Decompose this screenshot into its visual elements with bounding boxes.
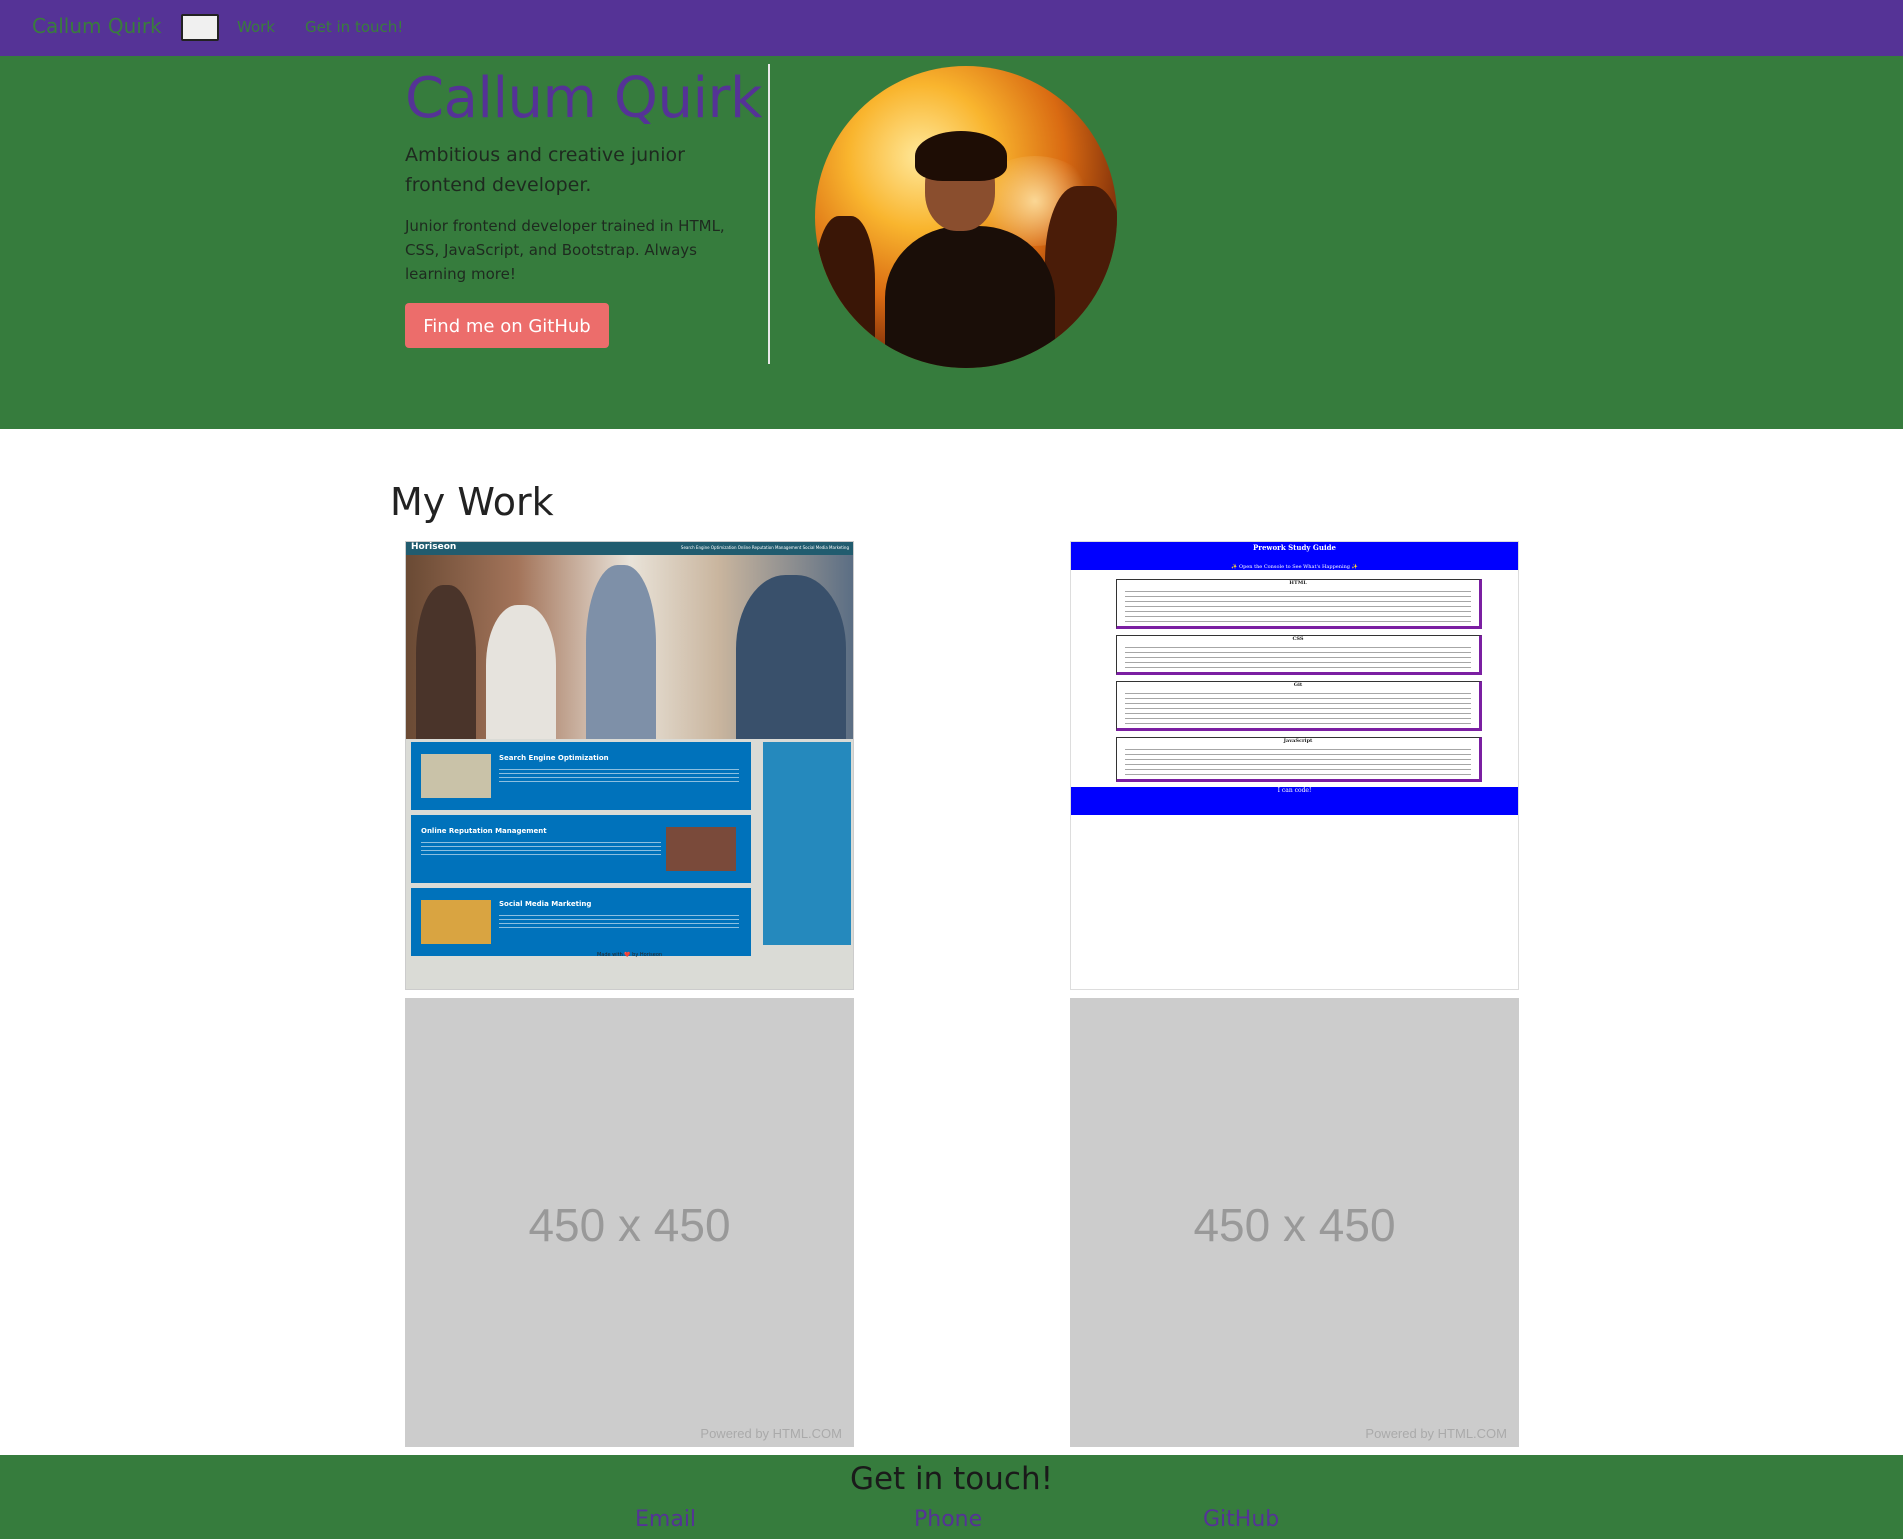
nav-link-work[interactable]: Work: [237, 18, 275, 36]
hero-description: Junior frontend developer trained in HTM…: [405, 217, 725, 283]
prework-header: Prework Study Guide ✨ Open the Console t…: [1071, 542, 1518, 570]
profile-photo: [815, 66, 1117, 368]
prework-section: JavaScript: [1116, 737, 1482, 782]
horiseon-footer: Made with ❤️ by Horiseon: [596, 952, 663, 958]
horiseon-logo: Horiseon: [411, 542, 457, 552]
github-link[interactable]: GitHub: [1203, 1507, 1279, 1532]
horiseon-header: Horiseon Search Engine Optimization Onli…: [406, 542, 853, 555]
github-button[interactable]: Find me on GitHub: [405, 303, 609, 348]
horiseon-sidebar: [763, 742, 851, 945]
project-card-placeholder[interactable]: 450 x 450 Powered by HTML.COM: [405, 998, 854, 1447]
nav-link-contact[interactable]: Get in touch!: [305, 18, 403, 36]
horiseon-item: Online Reputation Management: [411, 815, 751, 883]
project-card-horiseon[interactable]: Horiseon Search Engine Optimization Onli…: [405, 541, 854, 990]
hero-section: Callum Quirk Ambitious and creative juni…: [0, 56, 1903, 429]
phone-link[interactable]: Phone: [914, 1507, 982, 1532]
hero-lead: Ambitious and creative junior frontend d…: [405, 144, 685, 196]
prework-section: CSS: [1116, 635, 1482, 675]
hero-title: Callum Quirk: [405, 66, 762, 131]
placeholder-size-label: 450 x 450: [1193, 1199, 1396, 1251]
horiseon-item: Search Engine Optimization: [411, 742, 751, 810]
navbar-brand[interactable]: Callum Quirk: [32, 14, 162, 38]
horiseon-nav: Search Engine Optimization Online Reputa…: [680, 545, 849, 550]
powered-by-label: Powered by HTML.COM: [700, 1426, 842, 1441]
horiseon-hero-image: [406, 555, 853, 739]
my-work-heading: My Work: [390, 480, 554, 524]
project-card-prework[interactable]: Prework Study Guide ✨ Open the Console t…: [1070, 541, 1519, 990]
placeholder-size-label: 450 x 450: [528, 1199, 731, 1251]
navbar: Callum Quirk Work Get in touch!: [0, 0, 1903, 56]
prework-section: Git: [1116, 681, 1482, 731]
prework-footer: I can code!: [1071, 787, 1518, 815]
footer-title: Get in touch!: [849, 1461, 1054, 1497]
project-card-placeholder[interactable]: 450 x 450 Powered by HTML.COM: [1070, 998, 1519, 1447]
prework-section: HTML: [1116, 579, 1482, 629]
horiseon-item: Social Media Marketing: [411, 888, 751, 956]
navbar-toggle-button[interactable]: [181, 14, 219, 41]
email-link[interactable]: Email: [635, 1507, 696, 1532]
hero-divider: [768, 64, 770, 364]
contact-footer: Get in touch! Email Phone GitHub: [0, 1455, 1903, 1539]
powered-by-label: Powered by HTML.COM: [1365, 1426, 1507, 1441]
